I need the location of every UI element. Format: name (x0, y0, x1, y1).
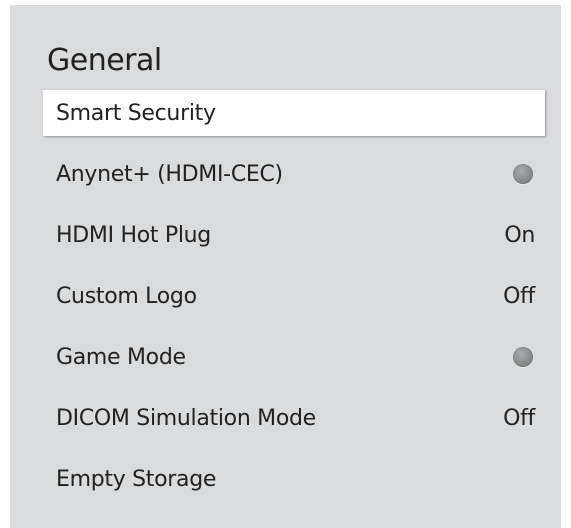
menu-item-label: Anynet+ (HDMI-CEC) (56, 161, 283, 187)
menu-item-hdmi-hot-plug[interactable]: HDMI Hot Plug On (43, 212, 545, 258)
menu-item-dicom-simulation-mode[interactable]: DICOM Simulation Mode Off (43, 395, 545, 441)
toggle-off-icon[interactable] (513, 347, 533, 367)
toggle-off-icon[interactable] (513, 164, 533, 184)
general-settings-panel: General Smart Security Anynet+ (HDMI-CEC… (10, 5, 561, 528)
menu-item-smart-security[interactable]: Smart Security (43, 90, 545, 136)
menu-item-value: Off (503, 283, 535, 309)
menu-item-label: Custom Logo (56, 283, 197, 309)
menu-item-label: Game Mode (56, 344, 186, 370)
menu-item-value: Off (503, 405, 535, 431)
menu-item-label: Empty Storage (56, 466, 217, 492)
panel-title: General (47, 43, 162, 78)
menu-item-empty-storage[interactable]: Empty Storage (43, 456, 545, 502)
menu-item-label: DICOM Simulation Mode (56, 405, 316, 431)
menu-item-anynet-hdmi-cec[interactable]: Anynet+ (HDMI-CEC) (43, 151, 545, 197)
menu-item-value: On (504, 222, 535, 248)
menu-item-game-mode[interactable]: Game Mode (43, 334, 545, 380)
menu-item-label: HDMI Hot Plug (56, 222, 211, 248)
menu-item-custom-logo[interactable]: Custom Logo Off (43, 273, 545, 319)
menu-item-label: Smart Security (56, 100, 216, 126)
